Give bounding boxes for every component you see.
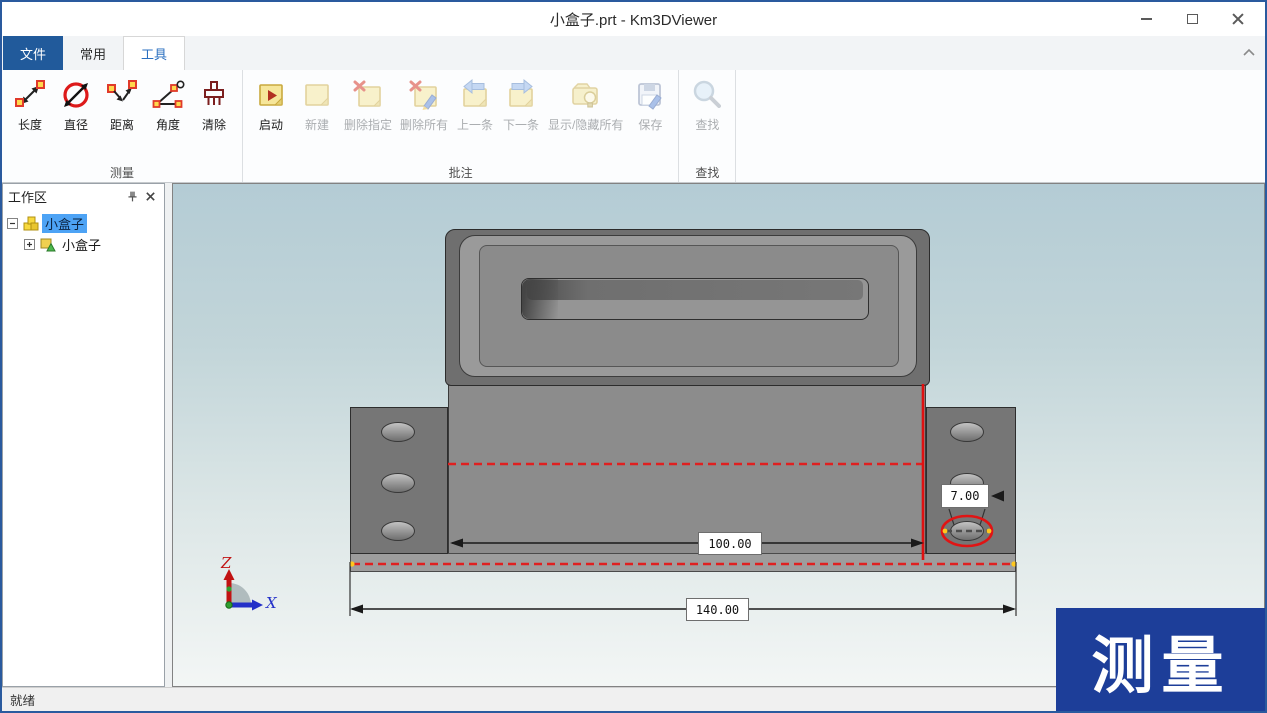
diameter-icon [59, 78, 93, 112]
group-label-find: 查找 [679, 164, 735, 181]
show-hide-all-icon [569, 78, 603, 112]
start-annotation-icon [254, 78, 288, 112]
app-window: 小盒子.prt - Km3DViewer 文件 常用 工具 [0, 0, 1267, 713]
model-slot-back-wall [527, 280, 863, 300]
distance-button[interactable]: 距离 [99, 73, 145, 135]
new-annotation-icon [300, 78, 334, 112]
distance-icon [105, 78, 139, 112]
window-controls [1123, 2, 1261, 36]
pin-icon [126, 190, 139, 203]
minimize-button[interactable] [1123, 2, 1169, 36]
tree-node-label-child[interactable]: 小盒子 [59, 235, 104, 254]
flange-hole [381, 473, 415, 493]
annotation-new-button[interactable]: 新建 [294, 73, 340, 135]
pin-panel-button[interactable] [123, 188, 141, 204]
clear-brush-icon [197, 78, 231, 112]
search-icon [690, 78, 724, 112]
close-panel-button[interactable] [141, 188, 159, 204]
minimize-icon [1141, 18, 1152, 20]
model-body [448, 383, 926, 561]
group-label-measure: 测量 [2, 164, 242, 181]
angle-button[interactable]: 角度 [145, 73, 191, 135]
group-measure: 长度 直径 距离 [2, 70, 243, 182]
window-title: 小盒子.prt - Km3DViewer [550, 9, 717, 30]
flange-hole [950, 422, 984, 442]
save-icon [633, 78, 667, 112]
length-button[interactable]: 长度 [7, 73, 53, 135]
workspace-panel: 工作区 [2, 183, 165, 687]
flange-hole-measured [950, 521, 984, 541]
axis-label-z: Z [221, 554, 231, 572]
measure-mode-watermark: 测量 [1056, 608, 1267, 711]
previous-annotation-icon [458, 78, 492, 112]
annotation-start-button[interactable]: 启动 [248, 73, 294, 135]
dimension-label-inner-width[interactable]: 100.00 [698, 532, 762, 555]
axis-label-x: X [266, 594, 277, 612]
collapse-expander-icon[interactable] [7, 218, 18, 229]
tree-node-label-root[interactable]: 小盒子 [42, 214, 87, 233]
assembly-icon [22, 215, 39, 232]
workspace-panel-title: 工作区 [8, 187, 123, 206]
titlebar: 小盒子.prt - Km3DViewer [2, 2, 1265, 36]
diameter-button[interactable]: 直径 [53, 73, 99, 135]
ribbon: 长度 直径 距离 [2, 70, 1265, 183]
annotation-previous-button[interactable]: 上一条 [452, 73, 498, 135]
group-annotate: 启动 新建 删除指定 [243, 70, 679, 182]
workspace-panel-header: 工作区 [3, 184, 164, 208]
tab-tools[interactable]: 工具 [123, 36, 185, 70]
panel-splitter[interactable] [165, 183, 172, 687]
delete-selected-icon [351, 78, 385, 112]
tab-file[interactable]: 文件 [3, 36, 63, 70]
dimension-label-outer-width[interactable]: 140.00 [686, 598, 749, 621]
group-label-annotate: 批注 [243, 164, 678, 181]
close-button[interactable] [1215, 2, 1261, 36]
group-find: 查找 查找 [679, 70, 736, 182]
annotation-show-hide-all-button[interactable]: 显示/隐藏所有 [544, 73, 627, 135]
tree-node-part[interactable]: 小盒子 [22, 234, 162, 255]
status-text: 就绪 [10, 690, 35, 709]
clear-button[interactable]: 清除 [191, 73, 237, 135]
model-slot-left-shading [522, 279, 558, 319]
model-tree: 小盒子 小盒子 [3, 208, 164, 260]
chevron-up-icon [1241, 45, 1257, 59]
panel-close-icon [145, 191, 156, 202]
length-icon [13, 78, 47, 112]
expand-expander-icon[interactable] [24, 239, 35, 250]
flange-hole [381, 422, 415, 442]
flange-hole [381, 521, 415, 541]
tree-node-assembly[interactable]: 小盒子 [5, 213, 162, 234]
close-icon [1232, 13, 1244, 25]
dimension-label-hole-diameter[interactable]: 7.00 [941, 484, 989, 508]
find-button[interactable]: 查找 [684, 73, 730, 135]
angle-icon [151, 78, 185, 112]
ribbon-collapse-button[interactable] [1241, 45, 1257, 64]
annotation-save-button[interactable]: 保存 [627, 73, 673, 135]
annotation-delete-all-button[interactable]: 删除所有 [396, 73, 452, 135]
maximize-icon [1187, 14, 1198, 24]
annotation-delete-selected-button[interactable]: 删除指定 [340, 73, 396, 135]
maximize-button[interactable] [1169, 2, 1215, 36]
delete-all-icon [407, 78, 441, 112]
annotation-next-button[interactable]: 下一条 [498, 73, 544, 135]
tab-common[interactable]: 常用 [63, 36, 123, 70]
part-icon [39, 236, 56, 253]
model-base-strip [350, 553, 1016, 572]
next-annotation-icon [504, 78, 538, 112]
ribbon-tabs: 文件 常用 工具 [2, 36, 1265, 70]
